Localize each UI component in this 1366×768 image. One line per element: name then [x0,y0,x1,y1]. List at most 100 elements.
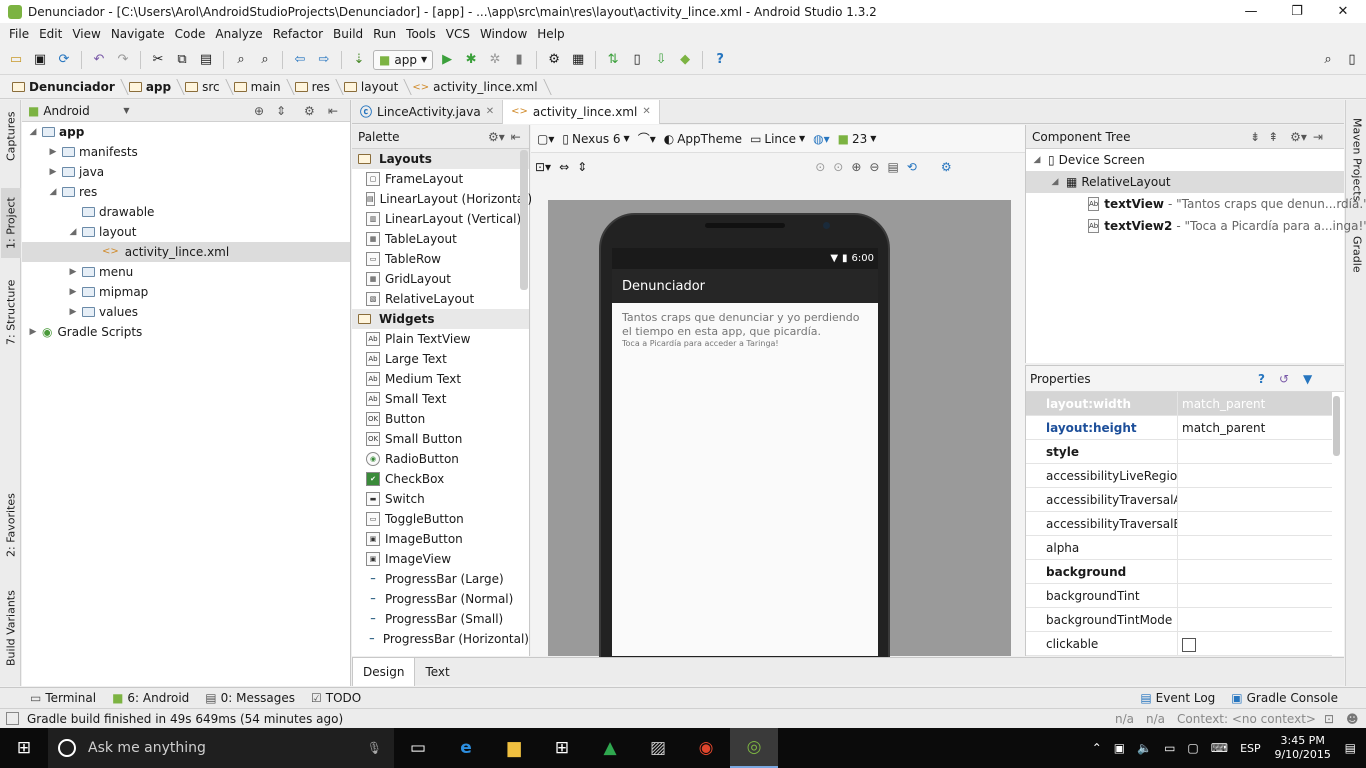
chrome-icon[interactable]: ◉ [682,728,730,768]
gear-icon[interactable]: ⚙▾ [488,130,505,144]
notification-icon[interactable]: ▢ [1187,741,1198,755]
tree-node[interactable]: ▶ manifests [22,142,350,162]
tray-expand-icon[interactable]: ⌃ [1092,741,1102,755]
menu-vcs[interactable]: VCS [441,23,475,45]
property-row[interactable]: accessibilityLiveRegion [1026,464,1332,488]
zoom-out-icon[interactable]: ⊖ [869,160,879,174]
hide-panel-icon[interactable]: ⇥ [1313,130,1323,144]
palette-group-layouts[interactable]: Layouts [352,149,529,169]
build-variants-tab[interactable]: Build Variants [1,580,21,676]
google-drive-icon[interactable]: ▲ [586,728,634,768]
sync-icon[interactable]: ⟳ [54,50,74,70]
captures-tab[interactable]: Captures [1,104,21,168]
property-value[interactable]: match_parent [1178,392,1332,415]
menu-file[interactable]: File [4,23,34,45]
zoom-fit-icon[interactable]: ⊡▾ [535,160,551,174]
gradle-tab[interactable]: Gradle [1347,226,1366,282]
menu-window[interactable]: Window [475,23,532,45]
palette-item[interactable]: ▦ TableLayout [352,229,529,249]
palette-group-widgets[interactable]: Widgets [352,309,529,329]
text-view[interactable]: Tantos craps que denunciar y yo perdiend… [622,311,868,339]
open-folder-icon[interactable]: ▭ [6,50,26,70]
chevron-down-icon[interactable]: ▼ [123,106,129,115]
palette-item[interactable]: ▣ ImageButton [352,529,529,549]
tab-lince-activity[interactable]: ⓒ LinceActivity.java ✕ [352,99,504,124]
breadcrumb-src[interactable]: src [181,76,230,99]
property-value[interactable] [1178,584,1332,607]
tool-window-messages[interactable]: ▤ 0: Messages [197,688,303,709]
breadcrumb-project[interactable]: Denunciador [8,76,125,99]
menu-refactor[interactable]: Refactor [268,23,328,45]
palette-item[interactable]: ━ ProgressBar (Small) [352,609,529,629]
gear-icon[interactable]: ⚙▾ [1290,130,1307,144]
battery-icon[interactable]: ▭ [1164,741,1175,755]
cut-icon[interactable]: ✂ [148,50,168,70]
tree-node[interactable]: <> activity_lince.xml [22,242,350,262]
expanded-arrow-icon[interactable]: ◢ [46,182,60,202]
menu-code[interactable]: Code [170,23,211,45]
orientation-icon[interactable]: ⌒▾ [638,130,656,147]
locale-icon[interactable]: ◍▾ [813,132,830,146]
tree-textview[interactable]: Ab textView - "Tantos craps que denun...… [1026,193,1366,215]
refresh-icon[interactable]: ⟲ [907,160,917,174]
photos-icon[interactable]: ▨ [634,728,682,768]
search-everywhere-icon[interactable]: ⌕ [1318,50,1338,70]
property-row[interactable]: style [1026,440,1332,464]
debug-icon[interactable]: ✱ [461,50,481,70]
palette-item[interactable]: Ab Large Text [352,349,529,369]
cortana-search[interactable]: Ask me anything 🎙 [48,728,394,768]
palette-item[interactable]: ▧ RelativeLayout [352,289,529,309]
expand-all-icon[interactable]: ⇟ [1250,130,1260,144]
tool-window-terminal[interactable]: ▭ Terminal [22,688,104,709]
expand-width-icon[interactable]: ⇔ [559,160,569,174]
palette-item[interactable]: ▥ LinearLayout (Vertical) [352,209,529,229]
network-icon[interactable]: ▣ [1114,741,1125,755]
replace-icon[interactable]: ⌕ [255,50,275,70]
breadcrumb-res[interactable]: res [291,76,340,99]
breadcrumb-app[interactable]: app [125,76,181,99]
palette-item[interactable]: ▭ ToggleButton [352,509,529,529]
palette-item[interactable]: ▬ Switch [352,489,529,509]
project-view-select[interactable]: Android [43,104,123,118]
copy-icon[interactable]: ⧉ [172,50,192,70]
palette-item[interactable]: Ab Small Text [352,389,529,409]
expand-height-icon[interactable]: ⇕ [577,160,587,174]
find-icon[interactable]: ⌕ [231,50,251,70]
maximize-button[interactable]: ❐ [1274,0,1320,23]
help-icon[interactable]: ? [710,50,730,70]
tree-node[interactable]: ▶ values [22,302,350,322]
activity-select[interactable]: ▭ Lince ▼ [750,132,805,146]
relative-layout[interactable]: Tantos craps que denunciar y yo perdiend… [612,303,878,357]
menu-edit[interactable]: Edit [34,23,67,45]
collapse-all-icon[interactable]: ⇞ [1268,130,1278,144]
paste-icon[interactable]: ▤ [196,50,216,70]
undo-icon[interactable]: ↶ [89,50,109,70]
run-config-select[interactable]: ■ app ▼ [373,49,434,70]
volume-icon[interactable]: 🔈 [1137,741,1152,755]
zoom-fit-screen-icon[interactable]: ⊙ [833,160,843,174]
tree-device-screen[interactable]: ◢ ▯ Device Screen [1026,149,1344,171]
structure-tab[interactable]: 7: Structure [1,272,21,352]
property-row[interactable]: backgroundTintMode [1026,608,1332,632]
expanded-arrow-icon[interactable]: ◢ [66,222,80,242]
device-select[interactable]: ▯ Nexus 6 ▼ [562,132,629,146]
project-structure-icon[interactable]: ⚙ [544,50,564,70]
keyboard-icon[interactable]: ⌨ [1211,741,1228,755]
theme-select[interactable]: ◐ AppTheme [664,132,742,146]
property-row[interactable]: accessibilityTraversalBefc [1026,512,1332,536]
screenshot-icon[interactable]: ▤ [887,160,898,174]
palette-item[interactable]: ▦ GridLayout [352,269,529,289]
menu-view[interactable]: View [67,23,105,45]
palette-item[interactable]: OK Small Button [352,429,529,449]
collapsed-arrow-icon[interactable]: ▶ [46,162,60,182]
tree-node[interactable]: ◢ app [22,122,350,142]
property-row[interactable]: background [1026,560,1332,584]
property-row[interactable]: clickable [1026,632,1332,656]
property-row[interactable]: backgroundTint [1026,584,1332,608]
close-icon[interactable]: ✕ [642,106,650,117]
stop-icon[interactable]: ▮ [509,50,529,70]
windows-start-icon[interactable]: ⊞ [0,728,48,768]
gear-icon[interactable]: ⚙ [304,104,315,118]
restore-default-icon[interactable]: ↺ [1279,372,1289,386]
collapsed-arrow-icon[interactable]: ▶ [26,322,40,342]
